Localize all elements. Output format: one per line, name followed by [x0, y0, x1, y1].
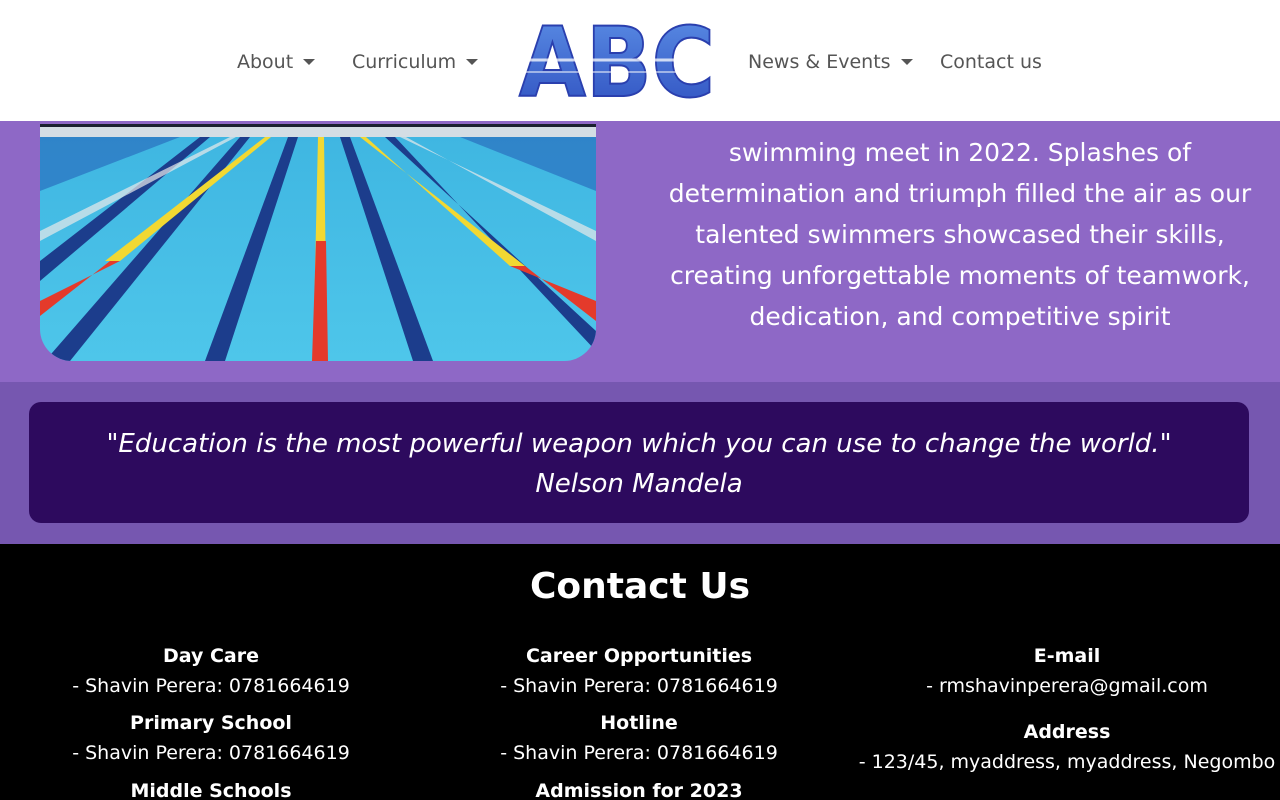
contact-heading: Hotline: [600, 712, 678, 734]
nav-curriculum-dropdown[interactable]: Curriculum: [352, 48, 479, 76]
contact-value: - Shavin Perera: 0781664619: [72, 675, 350, 697]
quote-text: "Education is the most powerful weapon w…: [106, 429, 1172, 459]
abc-logo[interactable]: ABC: [516, 14, 718, 102]
swim-text-line: talented swimmers showcased their skills…: [695, 220, 1225, 249]
contact-heading: Admission for 2023: [535, 780, 743, 800]
swim-text-line: dedication, and competitive spirit: [749, 302, 1171, 331]
swim-text-line: swimming meet in 2022. Splashes of: [728, 138, 1192, 167]
swimming-pool-image: [40, 121, 596, 361]
swim-text-line: determination and triumph filled the air…: [668, 179, 1252, 208]
quote-section: "Education is the most powerful weapon w…: [0, 382, 1280, 544]
quote-author: Nelson Mandela: [535, 469, 743, 499]
email-link[interactable]: - rmshavinperera@gmail.com: [857, 671, 1277, 701]
contact-value: - Shavin Perera: 0781664619: [500, 675, 778, 697]
chevron-down-icon: [303, 59, 316, 65]
contact-value: - Shavin Perera: 0781664619: [500, 742, 778, 764]
nav-contact-label: Contact us: [940, 51, 1042, 73]
contact-heading: Career Opportunities: [525, 645, 753, 667]
swimming-meet-section: swimming meet in 2022. Splashes of deter…: [0, 121, 1280, 382]
nav-curriculum-label: Curriculum: [352, 51, 457, 73]
contact-middle-schools: Middle Schools: [1, 776, 421, 800]
quote-box: "Education is the most powerful weapon w…: [29, 402, 1249, 523]
swim-text-line: creating unforgettable moments of teamwo…: [670, 261, 1250, 290]
contact-value: - 123/45, myaddress, myaddress, Negombo: [858, 751, 1276, 773]
contact-career-opportunities: Career Opportunities - Shavin Perera: 07…: [429, 641, 849, 701]
contact-title: Contact Us: [529, 566, 751, 607]
nav-about-label: About: [237, 51, 294, 73]
swimming-meet-description: swimming meet in 2022. Splashes of deter…: [660, 121, 1260, 337]
contact-heading: E-mail: [1033, 645, 1101, 667]
logo-text: ABC: [519, 14, 715, 102]
contact-heading: Middle Schools: [130, 780, 292, 800]
contact-section: Contact Us Day Care - Shavin Perera: 078…: [0, 544, 1280, 800]
contact-heading: Address: [1023, 721, 1111, 743]
contact-primary-school: Primary School - Shavin Perera: 07816646…: [1, 708, 421, 768]
chevron-down-icon: [900, 59, 913, 65]
contact-address: Address - 123/45, myaddress, myaddress, …: [857, 717, 1277, 777]
contact-hotline: Hotline - Shavin Perera: 0781664619: [429, 708, 849, 768]
contact-email: E-mail - rmshavinperera@gmail.com: [857, 641, 1277, 701]
contact-heading: Primary School: [130, 712, 292, 734]
top-navbar: About Curriculum ABC News & Events Conta…: [0, 0, 1280, 124]
contact-value: - Shavin Perera: 0781664619: [72, 742, 350, 764]
nav-contact-link[interactable]: Contact us: [940, 48, 1042, 76]
contact-heading: Day Care: [162, 645, 260, 667]
nav-news-events-dropdown[interactable]: News & Events: [748, 48, 913, 76]
contact-admission-2023: Admission for 2023: [429, 776, 849, 800]
nav-about-dropdown[interactable]: About: [237, 48, 316, 76]
chevron-down-icon: [466, 59, 479, 65]
nav-news-events-label: News & Events: [748, 51, 891, 73]
contact-day-care: Day Care - Shavin Perera: 0781664619: [1, 641, 421, 701]
